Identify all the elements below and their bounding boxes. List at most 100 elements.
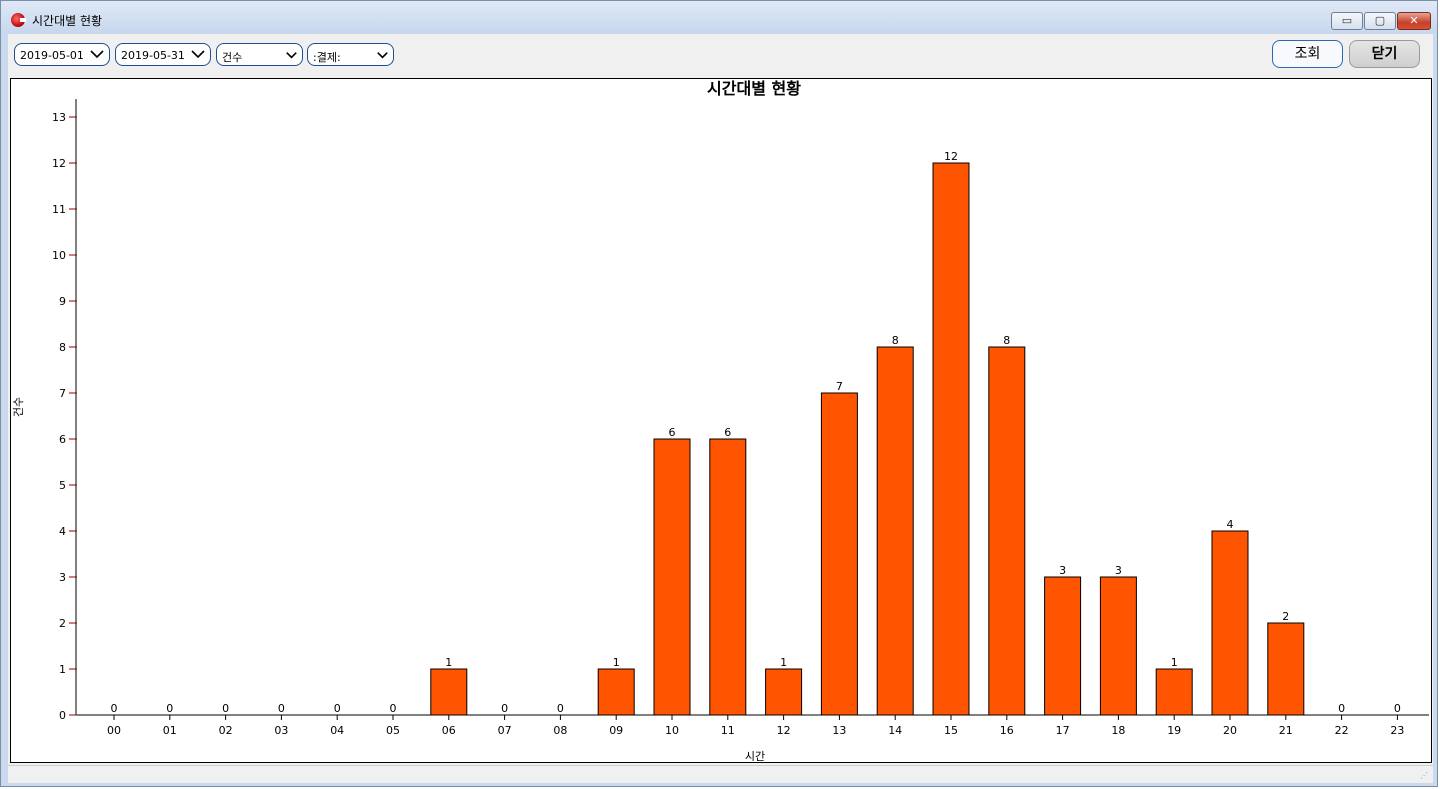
data-label: 0 — [222, 702, 229, 715]
chevron-down-icon — [377, 52, 388, 59]
x-tick-label: 05 — [386, 724, 400, 737]
date-from-value: 2019-05-01 — [20, 49, 84, 62]
x-tick-label: 06 — [442, 724, 456, 737]
x-tick-label: 22 — [1335, 724, 1349, 737]
bar — [876, 346, 914, 716]
data-label: 0 — [1394, 702, 1401, 715]
bar — [1211, 530, 1249, 716]
bar — [430, 668, 468, 716]
app-logo-icon — [11, 13, 26, 27]
data-label: 0 — [501, 702, 508, 715]
y-tick-label: 1 — [59, 663, 66, 676]
data-label: 6 — [724, 426, 731, 439]
y-tick-label: 4 — [59, 525, 66, 538]
data-label: 8 — [892, 334, 899, 347]
data-label: 0 — [1338, 702, 1345, 715]
y-tick-label: 11 — [52, 203, 66, 216]
x-tick-label: 09 — [609, 724, 623, 737]
payment-select[interactable]: :결제: — [307, 43, 394, 66]
close-button[interactable]: 닫기 — [1349, 40, 1420, 68]
chevron-down-icon — [286, 52, 297, 59]
chart-panel: 시간대별 현황 건수 시간 0 1 2 3 4 5 6 7 8 9 10 11 12 13 0 00 0 01 0 0… — [10, 78, 1432, 763]
x-tick-label: 00 — [107, 724, 121, 737]
x-tick-label: 08 — [553, 724, 567, 737]
bar — [597, 668, 635, 716]
metric-value: 건수 — [222, 51, 243, 64]
data-label: 1 — [445, 656, 452, 669]
status-bar: ⋰ — [8, 765, 1433, 783]
data-label: 7 — [836, 380, 843, 393]
data-label: 0 — [557, 702, 564, 715]
y-tick-label: 8 — [59, 341, 66, 354]
close-window-button[interactable]: ✕ — [1397, 12, 1431, 30]
date-to-select[interactable]: 2019-05-31 — [115, 43, 211, 66]
data-label: 0 — [334, 702, 341, 715]
data-label: 0 — [390, 702, 397, 715]
x-tick-label: 02 — [219, 724, 233, 737]
bar — [653, 438, 691, 716]
data-label: 4 — [1227, 518, 1234, 531]
data-label: 0 — [111, 702, 118, 715]
bar — [1044, 576, 1082, 716]
x-tick-label: 01 — [163, 724, 177, 737]
x-tick-label: 10 — [665, 724, 679, 737]
window-title: 시간대별 현황 — [32, 14, 103, 28]
data-label: 12 — [944, 150, 958, 163]
data-label: 1 — [780, 656, 787, 669]
bar — [1267, 622, 1305, 716]
data-label: 3 — [1059, 564, 1066, 577]
chart-title: 시간대별 현황 — [707, 79, 801, 98]
x-tick-label: 21 — [1279, 724, 1293, 737]
y-tick-label: 2 — [59, 617, 66, 630]
x-tick-label: 20 — [1223, 724, 1237, 737]
x-tick-label: 19 — [1167, 724, 1181, 737]
y-tick-label: 3 — [59, 571, 66, 584]
bar — [820, 392, 858, 716]
data-label: 6 — [669, 426, 676, 439]
date-to-value: 2019-05-31 — [121, 49, 185, 62]
x-tick-label: 16 — [1000, 724, 1014, 737]
x-tick-label: 04 — [330, 724, 344, 737]
x-tick-label: 18 — [1111, 724, 1125, 737]
x-tick-label: 11 — [721, 724, 735, 737]
query-button[interactable]: 조회 — [1272, 40, 1343, 68]
x-tick-label: 13 — [832, 724, 846, 737]
x-tick-label: 12 — [777, 724, 791, 737]
bar-chart: 시간대별 현황 건수 시간 01234567891011121300000100… — [12, 79, 1429, 763]
bar — [988, 346, 1026, 716]
y-tick-label: 10 — [52, 249, 66, 262]
bar — [709, 438, 747, 716]
y-tick-label: 12 — [52, 157, 66, 170]
data-label: 3 — [1115, 564, 1122, 577]
y-tick-label: 7 — [59, 387, 66, 400]
resize-grip-icon[interactable]: ⋰ — [1420, 771, 1430, 781]
chevron-down-icon — [191, 50, 205, 59]
y-axis-label: 건수 — [12, 397, 25, 417]
data-label: 8 — [1003, 334, 1010, 347]
maximize-button[interactable]: ▢ — [1364, 12, 1396, 30]
title-bar[interactable]: 시간대별 현황 ▭ ▢ ✕ — [1, 1, 1437, 33]
data-label: 0 — [278, 702, 285, 715]
client-area: 2019-05-01 2019-05-31 건수 :결제: 조회 닫기 시간대별… — [8, 34, 1433, 783]
chevron-down-icon — [90, 50, 104, 59]
payment-value: :결제: — [313, 51, 341, 64]
date-from-select[interactable]: 2019-05-01 — [14, 43, 110, 66]
data-label: 2 — [1282, 610, 1289, 623]
y-tick-label: 13 — [52, 111, 66, 124]
bar — [932, 162, 970, 716]
data-label: 1 — [1171, 656, 1178, 669]
x-tick-label: 14 — [888, 724, 902, 737]
y-tick-label: 0 — [59, 709, 66, 722]
x-axis-label: 시간 — [745, 750, 765, 762]
bar — [1099, 576, 1137, 716]
data-label: 1 — [613, 656, 620, 669]
bar — [1155, 668, 1193, 716]
y-tick-label: 5 — [59, 479, 66, 492]
x-tick-label: 07 — [498, 724, 512, 737]
metric-select[interactable]: 건수 — [216, 43, 303, 66]
minimize-button[interactable]: ▭ — [1331, 12, 1363, 30]
y-tick-label: 9 — [59, 295, 66, 308]
x-tick-label: 03 — [274, 724, 288, 737]
toolbar: 2019-05-01 2019-05-31 건수 :결제: 조회 닫기 — [8, 34, 1433, 76]
x-tick-label: 23 — [1390, 724, 1404, 737]
